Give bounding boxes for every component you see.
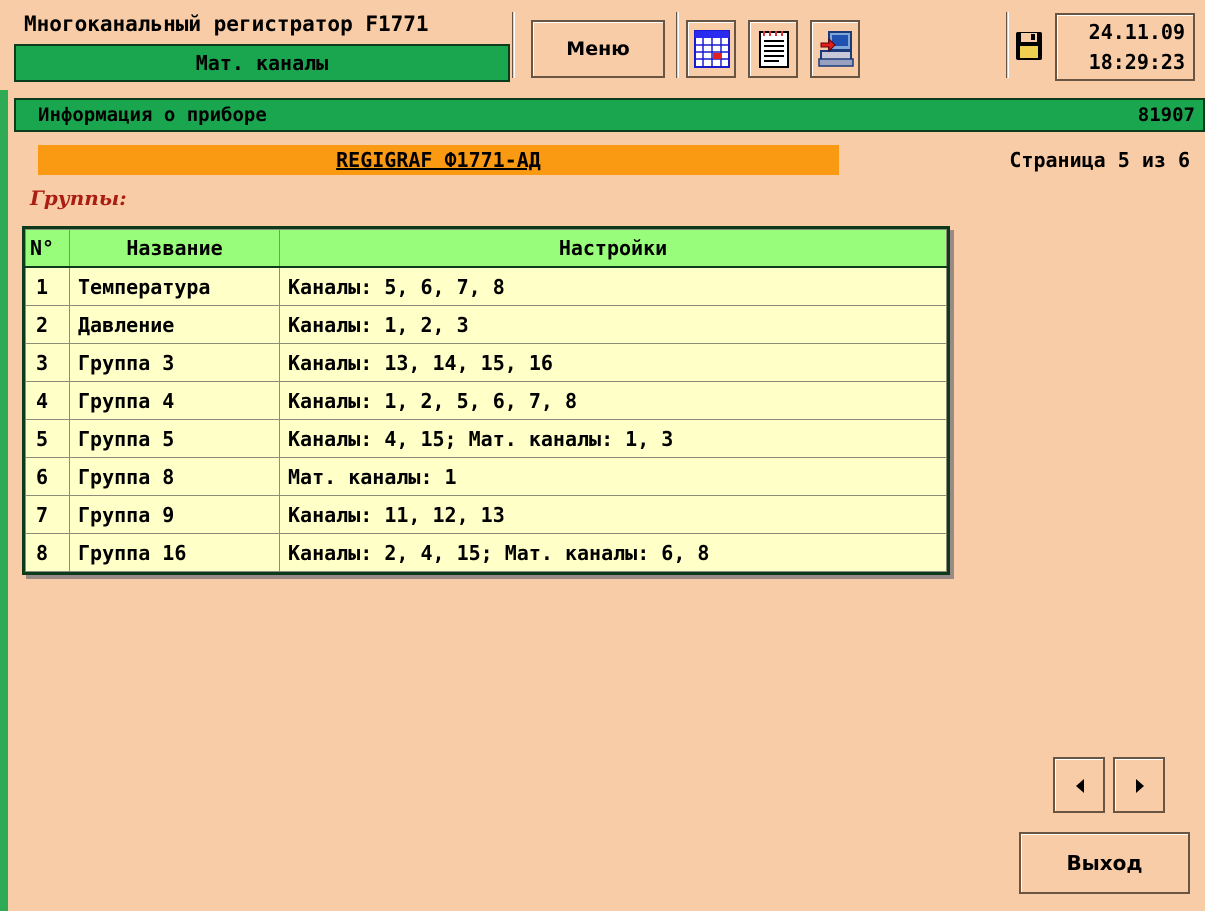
arrow-right-icon [1136,779,1144,793]
device-name-banner: REGIGRAF Ф1771-АД [38,145,839,175]
datetime-display: 24.11.09 18:29:23 [1055,13,1195,81]
floppy-disk-icon [1016,32,1042,60]
table-view-button[interactable] [686,20,736,78]
column-header-number: N° [25,229,70,268]
group-name: Группа 4 [69,381,280,420]
menu-button[interactable]: Меню [531,20,665,78]
group-name: Температура [69,266,280,306]
serial-number: 81907 [1137,104,1195,126]
section-label: Группы: [30,186,127,210]
row-number: 4 [25,381,70,420]
table-row[interactable]: 1 Температура Каналы: 5, 6, 7, 8 [25,266,947,306]
separator [512,12,515,78]
report-button[interactable] [748,20,798,78]
group-settings: Мат. каналы: 1 [279,457,947,496]
group-name: Группа 8 [69,457,280,496]
left-border [0,90,8,911]
row-number: 7 [25,495,70,534]
group-name: Группа 5 [69,419,280,458]
column-header-settings: Настройки [279,229,947,268]
table-row[interactable]: 8 Группа 16 Каналы: 2, 4, 15; Мат. канал… [25,533,947,572]
mode-indicator: Мат. каналы [14,44,510,82]
table-row[interactable]: 3 Группа 3 Каналы: 13, 14, 15, 16 [25,343,947,382]
date-text: 24.11.09 [1088,20,1185,44]
table-row[interactable]: 5 Группа 5 Каналы: 4, 15; Мат. каналы: 1… [25,419,947,458]
separator [676,12,679,78]
prev-page-button[interactable] [1053,757,1105,813]
table-row[interactable]: 2 Давление Каналы: 1, 2, 3 [25,305,947,344]
next-page-button[interactable] [1113,757,1165,813]
table-row[interactable]: 7 Группа 9 Каналы: 11, 12, 13 [25,495,947,534]
group-settings: Каналы: 13, 14, 15, 16 [279,343,947,382]
row-number: 2 [25,305,70,344]
group-settings: Каналы: 5, 6, 7, 8 [279,266,947,306]
row-number: 1 [25,266,70,306]
row-number: 6 [25,457,70,496]
page-indicator: Страница 5 из 6 [1009,148,1190,172]
row-number: 5 [25,419,70,458]
time-text: 18:29:23 [1088,50,1185,74]
grid-table-icon [694,30,730,68]
group-name: Группа 9 [69,495,280,534]
groups-table: N° Название Настройки 1 Температура Кана… [22,226,950,575]
exit-button[interactable]: Выход [1019,832,1190,894]
export-button[interactable] [810,20,860,78]
group-settings: Каналы: 4, 15; Мат. каналы: 1, 3 [279,419,947,458]
group-settings: Каналы: 1, 2, 5, 6, 7, 8 [279,381,947,420]
app-title: Многоканальный регистратор F1771 [24,12,429,36]
column-header-name: Название [69,229,280,268]
table-row[interactable]: 4 Группа 4 Каналы: 1, 2, 5, 6, 7, 8 [25,381,947,420]
group-name: Группа 16 [69,533,280,572]
notepad-icon [759,31,789,68]
arrow-left-icon [1076,779,1084,793]
table-header-row: N° Название Настройки [25,229,947,268]
table-row[interactable]: 6 Группа 8 Мат. каналы: 1 [25,457,947,496]
device-name: REGIGRAF Ф1771-АД [336,148,541,172]
row-number: 3 [25,343,70,382]
group-settings: Каналы: 1, 2, 3 [279,305,947,344]
group-name: Давление [69,305,280,344]
group-settings: Каналы: 2, 4, 15; Мат. каналы: 6, 8 [279,533,947,572]
group-settings: Каналы: 11, 12, 13 [279,495,947,534]
info-header: Информация о приборе 81907 [14,98,1205,132]
separator [1006,12,1009,78]
group-name: Группа 3 [69,343,280,382]
row-number: 8 [25,533,70,572]
page-title: Информация о приборе [38,104,267,126]
computer-export-icon [818,31,854,67]
